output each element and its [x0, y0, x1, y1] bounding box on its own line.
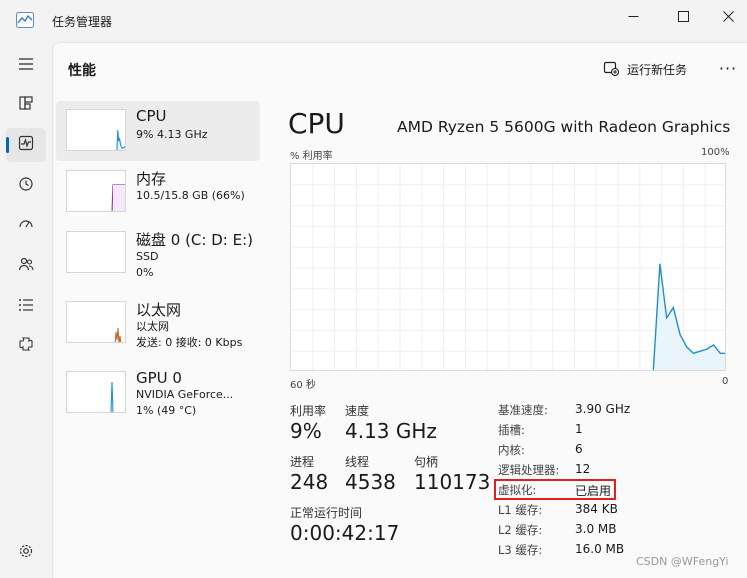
- nav-item-settings[interactable]: [6, 536, 46, 570]
- run-new-task-button[interactable]: 运行新任务: [603, 57, 687, 81]
- spec-value-l2-cache: 3.0 MB: [575, 522, 617, 536]
- minimize-icon: [628, 7, 639, 26]
- resource-item-disk[interactable]: 磁盘 0 (C: D: E:) SSD 0%: [56, 223, 260, 283]
- graph-y-axis-label: % 利用率: [290, 151, 333, 162]
- minimize-button[interactable]: [610, 0, 656, 32]
- resource-detail: 0%: [136, 266, 154, 279]
- handles-value: 110173: [414, 470, 491, 494]
- left-navigation: [0, 42, 52, 578]
- processes-label: 进程: [290, 455, 315, 469]
- services-icon: [18, 336, 34, 356]
- run-new-task-icon: [603, 60, 620, 79]
- nav-item-startup-apps[interactable]: [6, 209, 46, 243]
- spec-key-sockets: 插槽:: [498, 423, 525, 437]
- detail-title: CPU: [288, 107, 345, 140]
- close-button[interactable]: [705, 0, 747, 32]
- page-title: 性能: [68, 63, 96, 79]
- app-history-icon: [18, 176, 34, 196]
- spec-value-cores: 6: [575, 442, 583, 456]
- graph-x-left-label: 60 秒: [290, 380, 316, 391]
- spec-key-l2-cache: L2 缓存:: [498, 523, 543, 537]
- resource-detail: 9% 4.13 GHz: [136, 128, 208, 141]
- spec-value-logical-processors: 12: [575, 462, 591, 476]
- nav-item-users[interactable]: [6, 249, 46, 283]
- maximize-icon: [677, 7, 689, 26]
- resource-detail: 1% (49 °C): [136, 404, 197, 417]
- resource-detail: SSD: [136, 250, 159, 263]
- spec-key-logical-processors: 逻辑处理器:: [498, 463, 560, 477]
- resource-item-cpu[interactable]: CPU 9% 4.13 GHz: [56, 101, 260, 161]
- task-manager-app-icon: [16, 12, 34, 28]
- resource-name: 以太网: [136, 301, 182, 319]
- cpu-utilization-graph: [290, 163, 726, 371]
- uptime-label: 正常运行时间: [290, 506, 363, 520]
- handles-label: 句柄: [414, 455, 439, 469]
- speed-value: 4.13 GHz: [345, 419, 437, 443]
- run-new-task-label: 运行新任务: [627, 62, 688, 77]
- spec-key-cores: 内核:: [498, 443, 525, 457]
- resource-name: 磁盘 0 (C: D: E:): [136, 231, 253, 249]
- ethernet-thumbnail-graph: [66, 301, 126, 343]
- graph-y-max-label: 100%: [701, 147, 730, 158]
- cpu-utilization-area: [653, 263, 725, 370]
- nav-item-details[interactable]: [6, 289, 46, 323]
- resource-name: GPU 0: [136, 369, 182, 387]
- cpu-utilization-plot: [291, 164, 725, 370]
- spec-value-l1-cache: 384 KB: [575, 502, 618, 516]
- nav-toggle-button[interactable]: [6, 48, 46, 82]
- uptime-value: 0:00:42:17: [290, 521, 400, 545]
- details-icon: [18, 297, 34, 316]
- spec-value-base-speed: 3.90 GHz: [575, 402, 631, 416]
- spec-value-virtualization: 已启用: [575, 484, 612, 498]
- resource-detail: 10.5/15.8 GB (66%): [136, 189, 245, 202]
- resource-item-memory[interactable]: 内存 10.5/15.8 GB (66%): [56, 162, 260, 222]
- disk-thumbnail-graph: [66, 231, 126, 273]
- title-bar: 任务管理器: [0, 0, 747, 42]
- resource-detail: NVIDIA GeForce...: [136, 388, 234, 401]
- watermark: CSDN @WFengYi: [636, 555, 729, 568]
- gpu-thumbnail-graph: [66, 371, 126, 413]
- nav-item-app-history[interactable]: [6, 169, 46, 203]
- resource-detail: 发送: 0 接收: 0 Kbps: [136, 336, 243, 349]
- cpu-model-name: AMD Ryzen 5 5600G with Radeon Graphics: [397, 118, 731, 136]
- close-icon: [722, 7, 734, 26]
- graph-x-right-label: 0: [722, 376, 729, 387]
- spec-key-base-speed: 基准速度:: [498, 403, 548, 417]
- spec-key-virtualization: 虚拟化:: [498, 483, 537, 497]
- resource-detail: 以太网: [136, 320, 169, 333]
- spec-key-l1-cache: L1 缓存:: [498, 503, 543, 517]
- processes-value: 248: [290, 470, 329, 494]
- nav-item-processes[interactable]: [6, 88, 46, 122]
- utilization-label: 利用率: [290, 404, 327, 418]
- resource-name: CPU: [136, 107, 167, 125]
- hamburger-menu-icon: [18, 56, 34, 75]
- nav-item-services[interactable]: [6, 329, 46, 363]
- resource-name: 内存: [136, 170, 167, 188]
- performance-panel: 性能 运行新任务 ··· CPU 9% 4.13 GHz 内存 10.5/15.…: [52, 42, 747, 578]
- settings-icon: [18, 543, 34, 563]
- threads-value: 4538: [345, 470, 396, 494]
- utilization-value: 9%: [290, 419, 322, 443]
- more-options-icon: ···: [718, 58, 738, 78]
- performance-icon: [18, 135, 34, 155]
- speed-label: 速度: [345, 404, 370, 418]
- window-title: 任务管理器: [52, 15, 113, 29]
- spec-key-l3-cache: L3 缓存:: [498, 543, 543, 557]
- users-icon: [18, 256, 34, 276]
- spec-value-l3-cache: 16.0 MB: [575, 542, 625, 556]
- cpu-thumbnail-graph: [66, 109, 126, 151]
- nav-item-performance[interactable]: [6, 128, 46, 162]
- more-options-button[interactable]: ···: [715, 55, 741, 81]
- startup-apps-icon: [18, 216, 34, 236]
- processes-icon: [18, 95, 34, 115]
- threads-label: 线程: [345, 455, 370, 469]
- resource-item-gpu[interactable]: GPU 0 NVIDIA GeForce... 1% (49 °C): [56, 363, 260, 423]
- memory-thumbnail-graph: [66, 170, 126, 212]
- maximize-button[interactable]: [660, 0, 706, 32]
- resource-item-ethernet[interactable]: 以太网 以太网 发送: 0 接收: 0 Kbps: [56, 293, 260, 353]
- spec-value-sockets: 1: [575, 422, 583, 436]
